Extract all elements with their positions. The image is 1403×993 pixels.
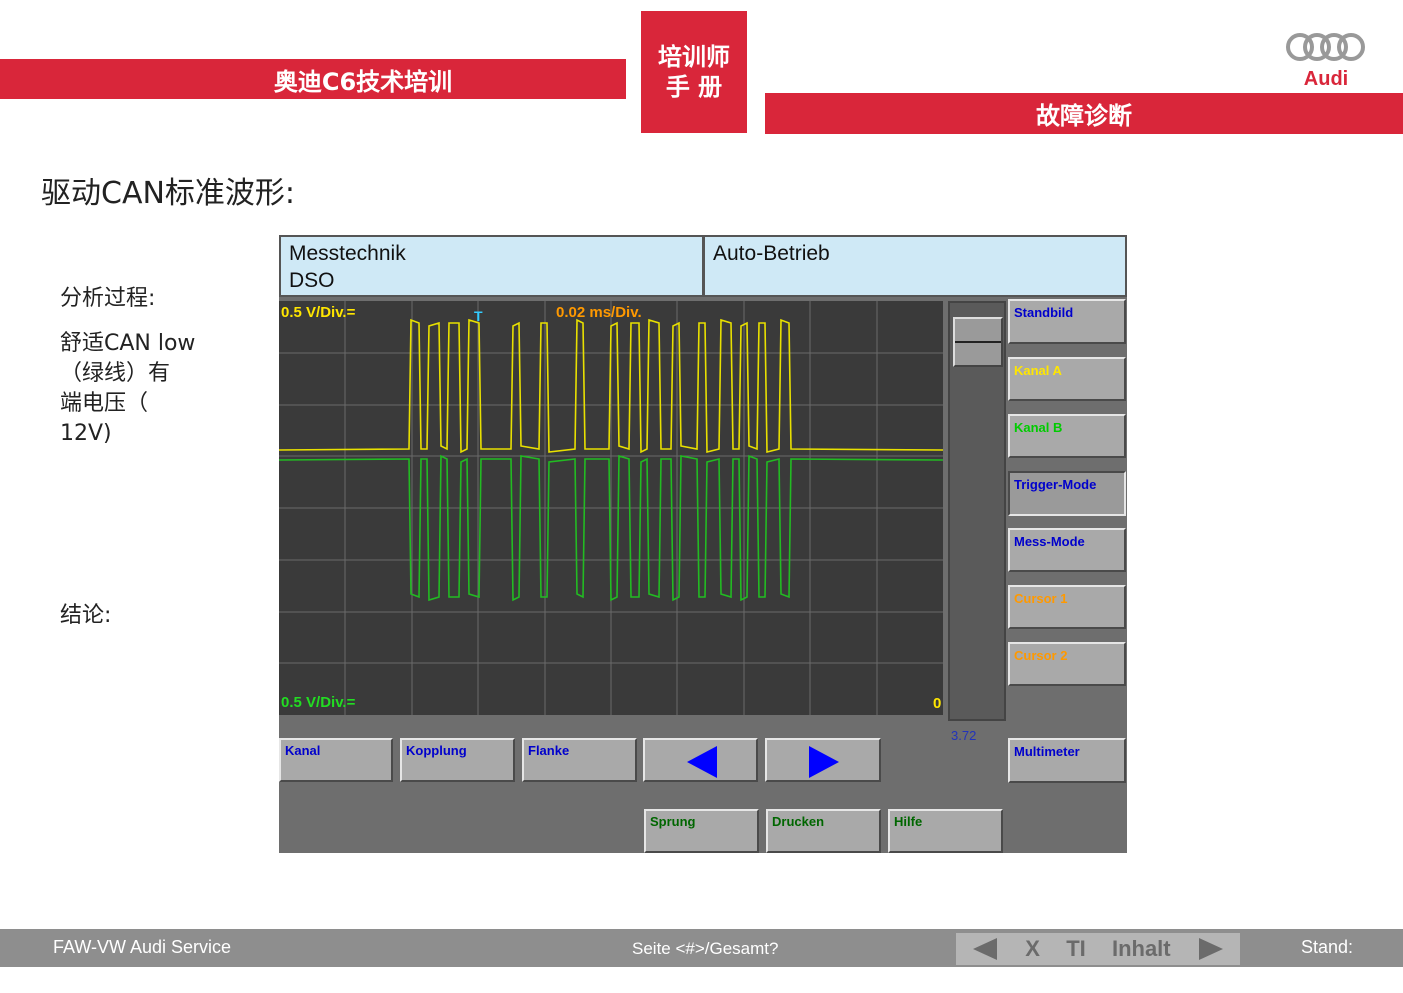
trigger-marker: T — [474, 308, 483, 324]
analysis-line: 舒适CAN low — [60, 331, 196, 356]
channel-a-scale: 0.5 V/Div.= — [281, 304, 356, 321]
vertical-slider-track[interactable] — [948, 301, 1006, 721]
mess-mode-button[interactable]: Mess-Mode — [1008, 528, 1126, 572]
function-label: DSO — [289, 269, 335, 292]
mode-label: Messtechnik — [289, 242, 406, 265]
analysis-line: （绿线）有 — [60, 361, 171, 386]
analysis-line: 端电压（ — [60, 391, 149, 416]
status-date-label: Stand: — [1301, 937, 1354, 957]
audi-rings-icon — [1286, 33, 1365, 61]
channel-b-button[interactable]: Kanal B — [1008, 414, 1126, 458]
sprung-button[interactable]: Sprung — [644, 809, 759, 853]
zero-marker: 0 — [933, 695, 942, 712]
badge-line-1: 培训师 — [658, 43, 730, 71]
slider-value: 3.72 — [951, 728, 977, 743]
course-title-bar: 奥迪C6技术培训 — [0, 59, 626, 99]
course-title: 奥迪C6技术培训 — [273, 67, 453, 96]
page-counter: Seite <#>/Gesamt? — [632, 939, 779, 958]
channel-b-scale: 0.5 V/Div.= — [281, 694, 356, 711]
analysis-text: 舒适CAN low （绿线）有 端电压（ 12V) — [60, 329, 195, 449]
trainer-manual-badge: 培训师 手 册 — [641, 11, 747, 133]
waveform-plot — [279, 301, 943, 715]
slider-handle[interactable] — [953, 317, 1003, 367]
hilfe-button[interactable]: Hilfe — [888, 809, 1003, 853]
arrow-right-icon — [809, 746, 839, 778]
dso-header-left: Messtechnik DSO — [279, 235, 704, 297]
cursor-2-button[interactable]: Cursor 2 — [1008, 642, 1126, 686]
nav-contents-button[interactable]: Inhalt — [1112, 936, 1171, 962]
multimeter-button[interactable]: Multimeter — [1008, 738, 1126, 783]
arrow-left-icon — [687, 746, 717, 778]
audi-logo: Audi — [1283, 30, 1373, 90]
cursor-1-button[interactable]: Cursor 1 — [1008, 585, 1126, 629]
standbild-button[interactable]: Standbild — [1008, 299, 1126, 344]
audi-wordmark: Audi — [1303, 68, 1349, 90]
footer-navigation: X TI Inhalt — [956, 933, 1240, 965]
next-button[interactable] — [765, 738, 881, 782]
drucken-button[interactable]: Drucken — [766, 809, 881, 853]
operating-mode-label: Auto-Betrieb — [713, 242, 830, 265]
badge-line-2: 手 册 — [665, 73, 723, 101]
nav-ti-button[interactable]: TI — [1066, 936, 1086, 962]
analysis-label: 分析过程: — [60, 286, 156, 311]
nav-back-icon[interactable] — [969, 936, 999, 962]
kopplung-button[interactable]: Kopplung — [400, 738, 515, 782]
section-title-bar: 故障诊断 — [765, 93, 1403, 134]
kanal-button[interactable]: Kanal — [279, 738, 393, 782]
nav-close-button[interactable]: X — [1025, 936, 1040, 962]
dso-screenshot: Messtechnik DSO Auto-Betrieb 0.5 V/Div.=… — [279, 235, 1127, 853]
channel-a-button[interactable]: Kanal A — [1008, 357, 1126, 401]
footer-bar: FAW-VW Audi Service Seite <#>/Gesamt? X … — [0, 929, 1403, 967]
footer-left-text: FAW-VW Audi Service — [53, 937, 232, 957]
slide-title: 驱动CAN标准波形: — [41, 176, 296, 211]
time-scale: 0.02 ms/Div. — [556, 304, 642, 321]
analysis-line: 12V) — [60, 421, 112, 446]
trigger-mode-button[interactable]: Trigger-Mode — [1008, 471, 1126, 516]
section-title: 故障诊断 — [1036, 102, 1132, 130]
scope-screen: 0.5 V/Div.= T 0.02 ms/Div. 0.5 V/Div.= 0 — [279, 301, 943, 715]
conclusion-label: 结论: — [60, 603, 112, 628]
nav-forward-icon[interactable] — [1197, 936, 1227, 962]
previous-button[interactable] — [643, 738, 758, 782]
flanke-button[interactable]: Flanke — [522, 738, 637, 782]
dso-header-right: Auto-Betrieb — [703, 235, 1127, 297]
